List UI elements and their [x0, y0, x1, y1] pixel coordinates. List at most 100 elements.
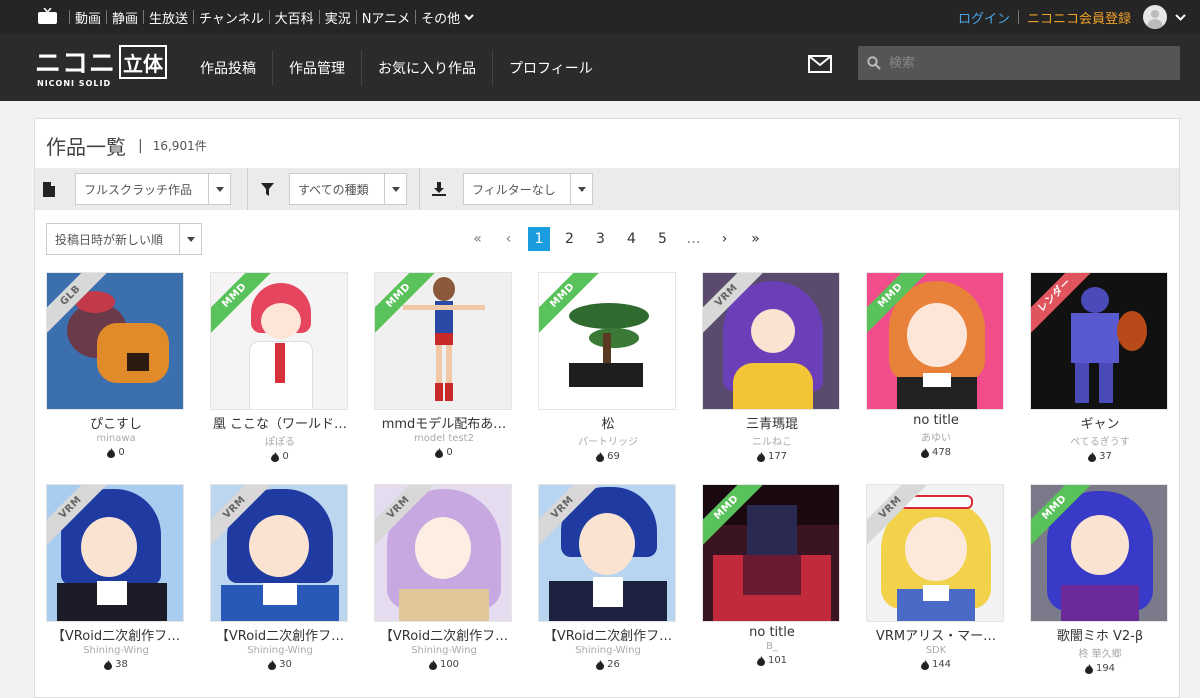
work-author[interactable]: SDK [866, 645, 1006, 656]
work-card[interactable]: GLB ぴこすし minawa 0 [46, 272, 186, 458]
chevron-down-icon[interactable] [1175, 13, 1186, 21]
work-thumbnail[interactable]: VRM [866, 484, 1004, 622]
divider [268, 10, 270, 24]
nav-profile[interactable]: プロフィール [492, 49, 609, 86]
work-thumbnail[interactable]: MMD [702, 484, 840, 622]
work-thumbnail[interactable]: MMD [374, 272, 512, 410]
work-author[interactable]: あゆい [866, 429, 1006, 444]
work-stats: 38 [46, 659, 186, 670]
work-author[interactable]: B_ [702, 641, 842, 652]
logo-subtext: NICONI SOLID [37, 79, 112, 88]
page-4-button[interactable]: 4 [616, 231, 647, 247]
global-nav-more[interactable]: その他 [421, 8, 474, 27]
work-title[interactable]: no title [702, 625, 842, 640]
work-thumbnail[interactable]: MMD [538, 272, 676, 410]
work-thumbnail[interactable]: VRM [538, 484, 676, 622]
work-title[interactable]: 【VRoid二次創作フ… [374, 625, 514, 644]
page-3-button[interactable]: 3 [585, 231, 616, 247]
download-select[interactable]: フィルターなし [463, 173, 593, 205]
work-author[interactable]: model test2 [374, 433, 514, 444]
scope-select[interactable]: フルスクラッチ作品 [75, 173, 231, 205]
work-card[interactable]: VRM 【VRoid二次創作フ… Shining-Wing 30 [210, 484, 350, 670]
global-nav-nanime[interactable]: Nアニメ [362, 8, 410, 27]
next-page-button[interactable]: › [709, 231, 740, 247]
work-title[interactable]: 松 [538, 413, 678, 432]
work-thumbnail[interactable]: MMD [1030, 484, 1168, 622]
work-author[interactable]: ニルねこ [702, 433, 842, 448]
niconico-tv-icon[interactable] [38, 8, 57, 24]
work-title[interactable]: 凰 ここな（ワールド… [210, 413, 350, 432]
niconi-solid-logo[interactable]: ニコニ 立体 NICONI SOLID [35, 43, 169, 91]
work-thumbnail[interactable]: GLB [46, 272, 184, 410]
page-5-button[interactable]: 5 [647, 231, 678, 247]
login-link[interactable]: ログイン [958, 8, 1010, 27]
work-title[interactable]: mmdモデル配布あ… [374, 413, 514, 432]
work-author[interactable]: ぽぽる [210, 433, 350, 448]
first-page-button[interactable]: « [462, 231, 493, 247]
work-thumbnail[interactable]: レンダー [1030, 272, 1168, 410]
work-thumbnail[interactable]: VRM [46, 484, 184, 622]
nav-favorites[interactable]: お気に入り作品 [361, 49, 492, 86]
page-2-button[interactable]: 2 [554, 231, 585, 247]
work-card[interactable]: VRM 【VRoid二次創作フ… Shining-Wing 26 [538, 484, 678, 670]
work-card[interactable]: VRM 【VRoid二次創作フ… Shining-Wing 38 [46, 484, 186, 670]
work-card[interactable]: MMD no title あゆい 478 [866, 272, 1006, 458]
last-page-button[interactable]: » [740, 231, 771, 247]
work-thumbnail[interactable]: VRM [210, 484, 348, 622]
global-nav-seiga[interactable]: 静画 [112, 8, 138, 27]
work-card[interactable]: MMD mmdモデル配布あ… model test2 0 [374, 272, 514, 458]
work-thumbnail[interactable]: VRM [374, 484, 512, 622]
global-nav-channel[interactable]: チャンネル [199, 8, 264, 27]
work-thumbnail[interactable]: MMD [866, 272, 1004, 410]
work-card[interactable]: VRM 三青瑪琨 ニルねこ 177 [702, 272, 842, 462]
work-card[interactable]: MMD 松 パートリッジ 69 [538, 272, 678, 462]
page-1-button[interactable]: 1 [528, 227, 550, 251]
work-title[interactable]: 【VRoid二次創作フ… [538, 625, 678, 644]
nav-upload[interactable]: 作品投稿 [184, 50, 272, 86]
global-nav-live[interactable]: 生放送 [149, 8, 188, 27]
flame-icon [596, 659, 605, 670]
work-title[interactable]: 【VRoid二次創作フ… [210, 625, 350, 644]
prev-page-button[interactable]: ‹ [493, 231, 524, 247]
work-author[interactable]: Shining-Wing [210, 645, 350, 656]
divider [69, 10, 70, 24]
work-card[interactable]: VRM 【VRoid二次創作フ… Shining-Wing 100 [374, 484, 514, 670]
sort-select[interactable]: 投稿日時が新しい順 [46, 223, 202, 255]
work-author[interactable]: ぺてるぎうす [1030, 433, 1170, 448]
work-author[interactable]: Shining-Wing [46, 645, 186, 656]
global-nav-jikkyo[interactable]: 実況 [325, 8, 351, 27]
search-input[interactable] [889, 55, 1159, 71]
works-count: 16,901件 [152, 139, 207, 153]
page-title: 作品一覧 [46, 135, 126, 159]
work-card[interactable]: MMD no title B_ 101 [702, 484, 842, 666]
nav-manage[interactable]: 作品管理 [272, 49, 361, 86]
work-thumbnail[interactable]: MMD [210, 272, 348, 410]
divider [415, 10, 417, 24]
search-icon[interactable] [867, 56, 881, 70]
work-author[interactable]: minawa [46, 433, 186, 444]
work-author[interactable]: Shining-Wing [374, 645, 514, 656]
work-thumbnail[interactable]: VRM [702, 272, 840, 410]
work-title[interactable]: 三青瑪琨 [702, 413, 842, 432]
work-author[interactable]: Shining-Wing [538, 645, 678, 656]
global-nav-dic[interactable]: 大百科 [275, 8, 314, 27]
work-author[interactable]: パートリッジ [538, 433, 678, 448]
divider [247, 168, 248, 210]
global-nav-douga[interactable]: 動画 [75, 8, 101, 27]
work-title[interactable]: 歌闇ミホ V2-β [1030, 625, 1170, 644]
avatar[interactable] [1143, 5, 1167, 29]
work-card[interactable]: MMD 歌闇ミホ V2-β 柊 華久郷 194 [1030, 484, 1170, 674]
work-title[interactable]: ギャン [1030, 413, 1170, 432]
mail-icon[interactable] [808, 55, 832, 73]
work-card[interactable]: MMD 凰 ここな（ワールド… ぽぽる 0 [210, 272, 350, 462]
work-author[interactable]: 柊 華久郷 [1030, 645, 1170, 660]
work-title[interactable]: 【VRoid二次創作フ… [46, 625, 186, 644]
divider [355, 10, 357, 24]
kind-select[interactable]: すべての種類 [289, 173, 407, 205]
work-card[interactable]: レンダー ギャン ぺてるぎうす 37 [1030, 272, 1170, 462]
work-title[interactable]: VRMアリス・マー… [866, 625, 1006, 644]
work-card[interactable]: VRM VRMアリス・マー… SDK 144 [866, 484, 1006, 670]
work-title[interactable]: no title [866, 413, 1006, 428]
register-link[interactable]: ニコニコ会員登録 [1027, 8, 1131, 27]
work-title[interactable]: ぴこすし [46, 413, 186, 432]
